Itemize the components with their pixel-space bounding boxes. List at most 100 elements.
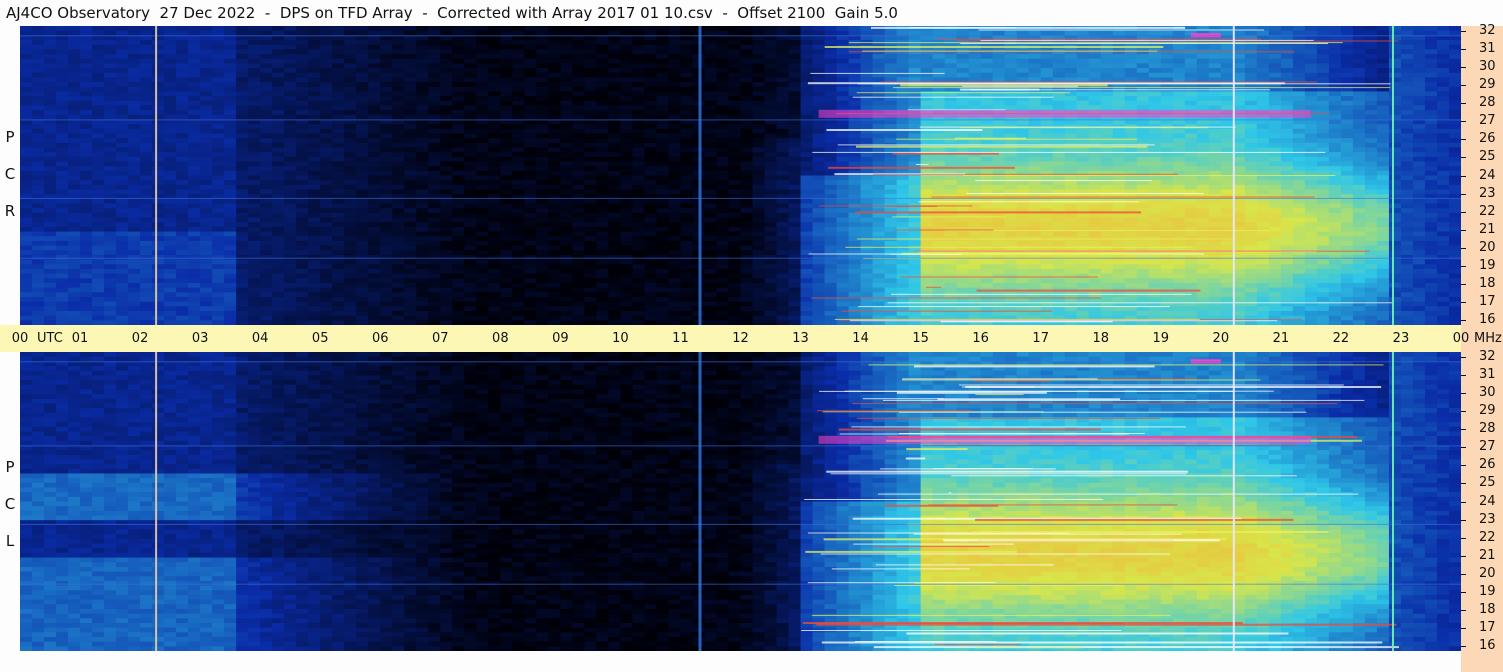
heatmap-cell [668, 105, 682, 111]
heatmap-cell [500, 320, 513, 325]
heatmap-cell [776, 72, 790, 78]
heatmap-cell [440, 124, 453, 130]
heatmap-cell [404, 254, 417, 261]
heatmap-cell [428, 184, 441, 191]
heatmap-cell [776, 282, 790, 289]
heatmap-cell [452, 114, 465, 121]
heatmap-cell [908, 180, 922, 186]
heatmap-cell [620, 296, 634, 303]
heatmap-cell [416, 245, 429, 251]
heatmap-cell [272, 100, 285, 107]
heatmap-cell [560, 58, 573, 64]
heatmap-cell [356, 152, 369, 158]
heatmap-cell [32, 180, 45, 186]
heatmap-cell [716, 217, 730, 223]
heatmap-cell [296, 77, 309, 83]
heatmap-cell [764, 72, 778, 78]
heatmap-cell [224, 72, 237, 78]
heatmap-cell [824, 133, 838, 139]
heatmap-cell [812, 142, 826, 149]
heatmap-cell [104, 296, 117, 303]
heatmap-cell [584, 231, 597, 237]
heatmap-cell [656, 44, 670, 50]
heatmap-cell [704, 82, 718, 88]
heatmap-cell [140, 30, 153, 36]
heatmap-cell [116, 226, 129, 233]
heatmap-cell [740, 189, 754, 195]
heatmap-cell [548, 147, 561, 153]
heatmap-cell [560, 68, 573, 74]
heatmap-cell [356, 250, 369, 256]
heatmap-cell [752, 245, 766, 251]
heatmap-cell [224, 142, 237, 149]
heatmap-cell [332, 100, 345, 107]
heatmap-cell [380, 189, 393, 195]
heatmap-cell [164, 105, 177, 111]
heatmap-cell [164, 68, 177, 74]
heatmap-cell [344, 306, 357, 312]
heatmap-cell [296, 301, 309, 307]
heatmap-cell [788, 100, 802, 107]
heatmap-cell [92, 91, 105, 97]
heatmap-cell [716, 124, 730, 130]
heatmap-cell [896, 231, 910, 237]
heatmap-cell [452, 273, 465, 279]
heatmap-cell [788, 175, 802, 181]
heatmap-cell [572, 278, 585, 284]
heatmap-cell [212, 254, 225, 261]
heatmap-cell [428, 142, 441, 149]
heatmap-cell [680, 231, 694, 237]
heatmap-cell [560, 226, 573, 233]
heatmap-cell [344, 222, 357, 228]
heatmap-cell [716, 301, 730, 307]
heatmap-cell [788, 96, 802, 102]
heatmap-cell [32, 82, 45, 88]
heatmap-cell [308, 212, 321, 219]
heatmap-cell [680, 254, 694, 261]
heatmap-cell [848, 58, 862, 64]
heatmap-cell [428, 77, 441, 83]
heatmap-cell [776, 105, 790, 111]
heatmap-cell [440, 282, 453, 289]
heatmap-cell [584, 287, 597, 293]
heatmap-cell [536, 77, 549, 83]
heatmap-cell [392, 30, 405, 36]
heatmap-cell [104, 44, 117, 50]
heatmap-cell [128, 105, 141, 111]
heatmap-cell [404, 152, 417, 158]
heatmap-cell [428, 268, 441, 275]
heatmap-cell [80, 161, 93, 167]
heatmap-cell [20, 273, 33, 279]
heatmap-cell [152, 82, 165, 88]
heatmap-cell [296, 250, 309, 256]
heatmap-cell [776, 198, 790, 205]
heatmap-cell [920, 189, 934, 195]
heatmap-cell [668, 189, 682, 195]
heatmap-cell [308, 82, 321, 88]
heatmap-cell [548, 226, 561, 233]
heatmap-cell [176, 82, 189, 88]
heatmap-cell [836, 208, 850, 214]
heatmap-cell [152, 166, 165, 172]
heatmap-cell [68, 292, 81, 298]
heatmap-cell [176, 226, 189, 233]
heatmap-cell [608, 49, 622, 55]
heatmap-cell [668, 306, 682, 312]
heatmap-cell [704, 26, 718, 32]
heatmap-cell [224, 259, 237, 265]
heatmap-cell [800, 278, 814, 284]
heatmap-cell [200, 240, 213, 247]
heatmap-cell [188, 114, 201, 121]
heatmap-cell [80, 170, 93, 177]
heatmap-cell [248, 40, 261, 46]
heatmap-cell [440, 142, 453, 149]
heatmap-cell [308, 236, 321, 242]
heatmap-cell [344, 240, 357, 247]
heatmap-cell [248, 268, 261, 275]
heatmap-cell [104, 310, 117, 317]
heatmap-cell [944, 222, 958, 228]
heatmap-cell [608, 96, 622, 102]
heatmap-cell [92, 268, 105, 275]
heatmap-cell [776, 175, 790, 181]
heatmap-cell [932, 217, 946, 223]
